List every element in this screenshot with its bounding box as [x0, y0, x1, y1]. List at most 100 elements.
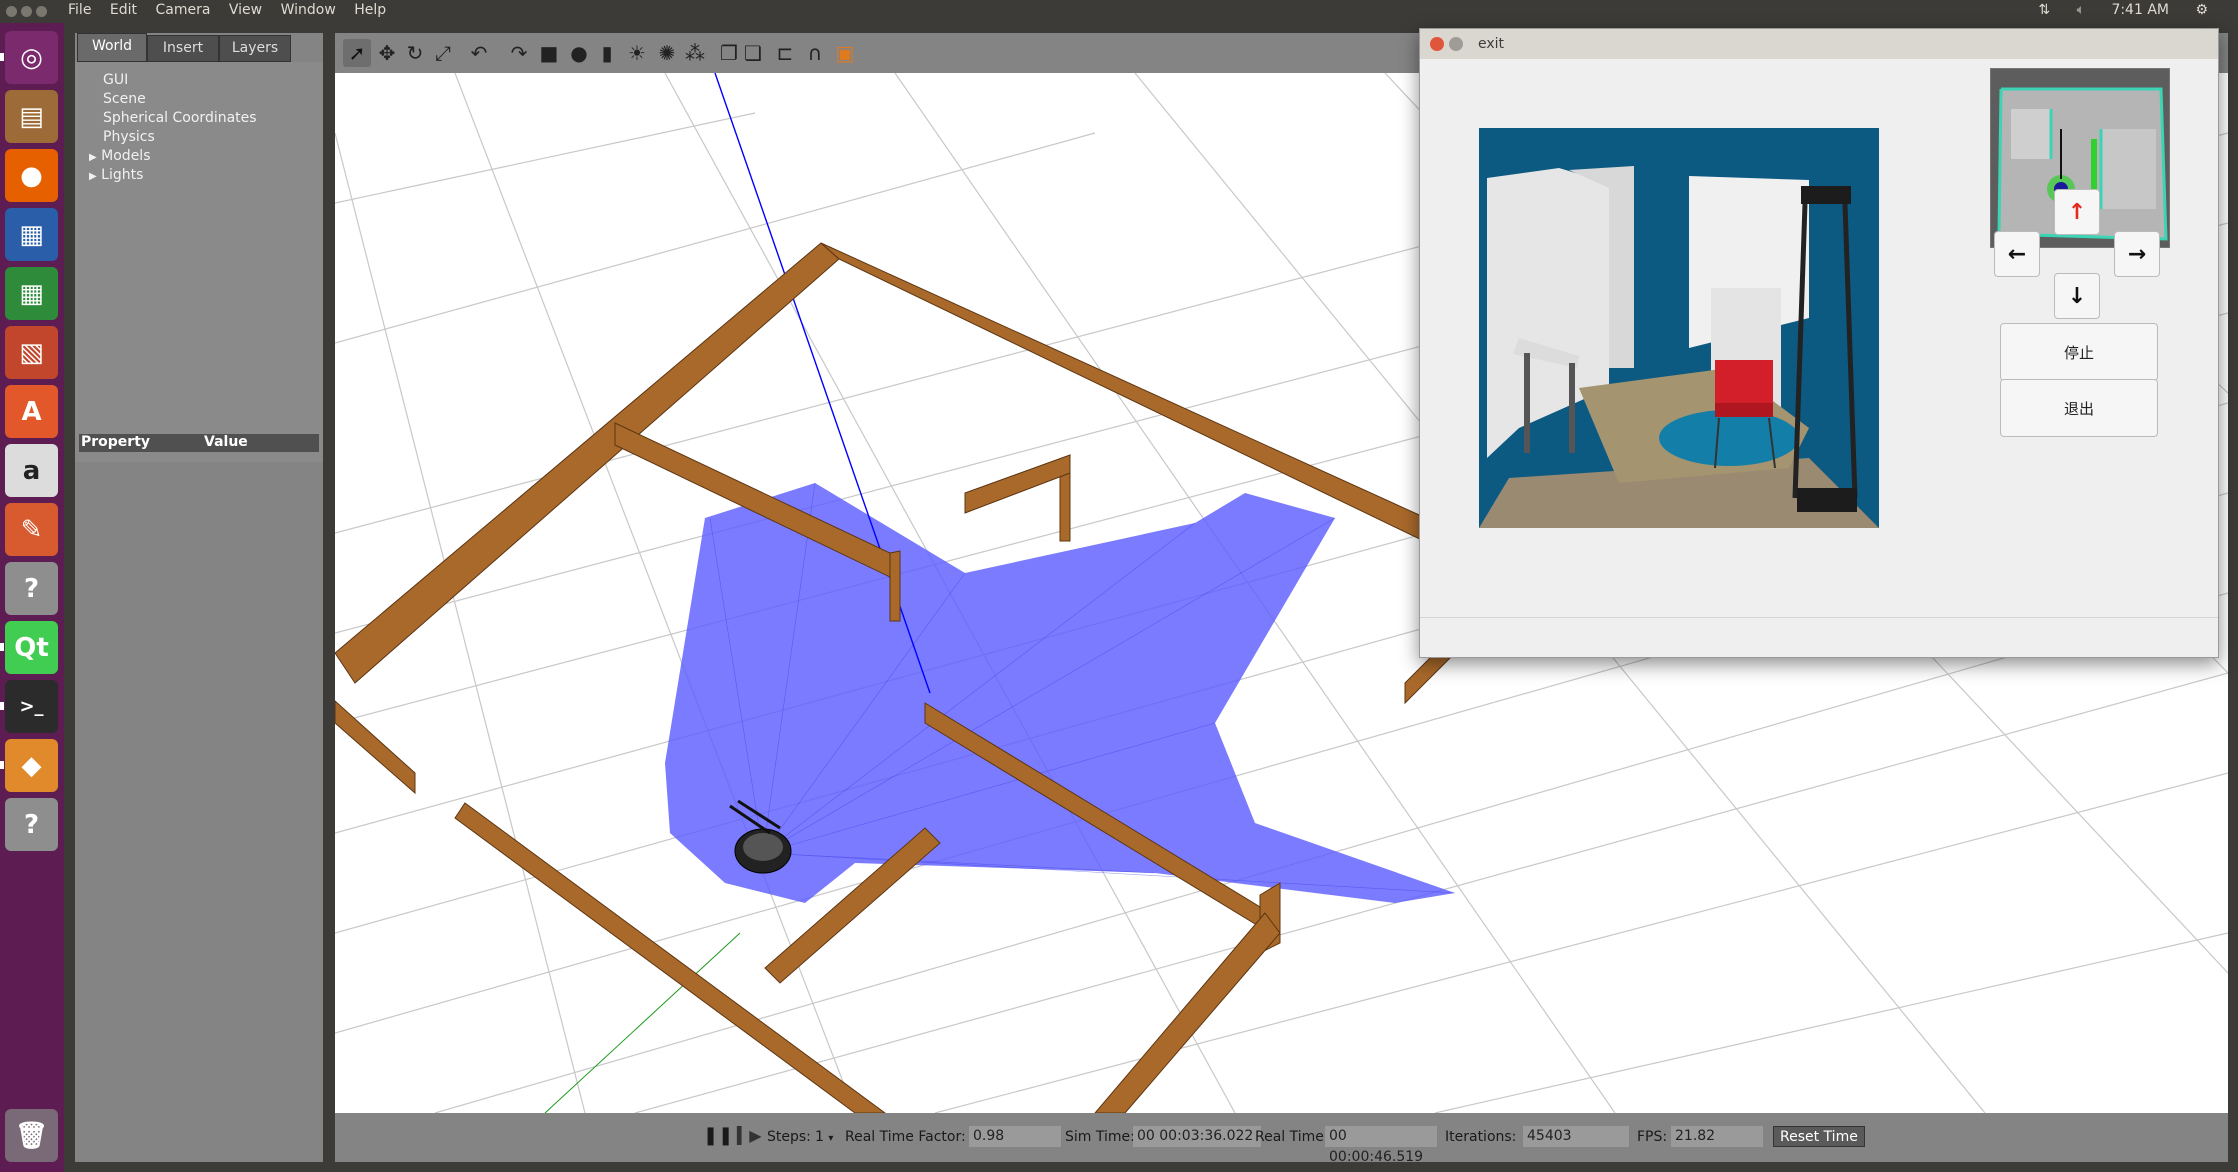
terminal-icon[interactable]: >_: [5, 680, 58, 733]
ubuntu-logo-icon[interactable]: ◎: [5, 31, 58, 84]
system-tray: ⇅ 🔈︎ 7:41 AM ⚙: [2016, 2, 2208, 18]
close-window-button[interactable]: [6, 6, 17, 17]
software-center-icon[interactable]: A: [5, 385, 58, 438]
sun-icon[interactable]: ☀: [623, 39, 651, 67]
qt-creator-icon[interactable]: Qt: [5, 621, 58, 674]
volume-icon[interactable]: 🔈︎: [2077, 2, 2085, 18]
tree-item-physics[interactable]: Physics: [103, 129, 155, 145]
box-icon[interactable]: ■: [535, 39, 563, 67]
dialog-divider: [1420, 617, 2218, 618]
iterations-label: Iterations:: [1445, 1129, 1517, 1145]
menu-file[interactable]: File: [68, 2, 91, 18]
unknown-app-icon[interactable]: ?: [5, 562, 58, 615]
align-icon[interactable]: ⊏: [771, 39, 799, 67]
view-angle-icon[interactable]: ▣: [831, 39, 859, 67]
menu-view[interactable]: View: [229, 2, 262, 18]
top-menu-bar: File Edit Camera View Window Help ⇅ 🔈︎ 7…: [0, 0, 2238, 23]
chevron-down-icon[interactable]: ▾: [828, 1133, 833, 1144]
menu-edit[interactable]: Edit: [110, 2, 137, 18]
amazon-icon[interactable]: a: [5, 444, 58, 497]
expand-arrow-icon[interactable]: ▶: [89, 171, 97, 182]
system-settings-icon[interactable]: ✎: [5, 503, 58, 556]
files-icon[interactable]: ▤: [5, 90, 58, 143]
scale-icon[interactable]: ⤢: [429, 39, 457, 67]
step-icon[interactable]: ▍▶: [737, 1126, 762, 1145]
dialog-title: exit: [1478, 36, 1505, 52]
menu-help[interactable]: Help: [354, 2, 386, 18]
camera-feed-render: [1479, 128, 1879, 528]
steps-label: Steps:: [767, 1129, 811, 1145]
y-axis-line: [544, 932, 741, 1113]
point-light-icon[interactable]: ✺: [653, 39, 681, 67]
tree-item-spherical-coordinates[interactable]: Spherical Coordinates: [103, 110, 257, 126]
rotate-icon[interactable]: ↻: [401, 39, 429, 67]
pause-icon[interactable]: ❚❚: [703, 1125, 733, 1146]
running-indicator: [0, 643, 4, 651]
gazebo-icon[interactable]: ◆: [5, 739, 58, 792]
teleop-dialog: exit ↑ ← → ↓ 停止 退出: [1419, 28, 2219, 658]
real-time-factor-value: 0.98: [969, 1126, 1061, 1147]
unknown-app-icon-2[interactable]: ?: [5, 798, 58, 851]
gear-icon[interactable]: ⚙: [2195, 2, 2208, 18]
app-menu: File Edit Camera View Window Help: [68, 2, 400, 18]
property-column-header: Property: [81, 434, 151, 450]
minimize-icon[interactable]: [1449, 37, 1463, 51]
minimize-window-button[interactable]: [21, 6, 32, 17]
right-splitter[interactable]: [2228, 33, 2234, 1162]
trash-icon[interactable]: 🗑︎: [5, 1109, 58, 1162]
world-tree: GUI Scene Spherical Coordinates Physics …: [75, 62, 323, 462]
menu-camera[interactable]: Camera: [155, 2, 210, 18]
translate-icon[interactable]: ✥: [373, 39, 401, 67]
clock[interactable]: 7:41 AM: [2111, 2, 2169, 18]
fps-value: 21.82: [1671, 1126, 1763, 1147]
writer-icon[interactable]: ▦: [5, 208, 58, 261]
iterations-value: 45403: [1523, 1126, 1629, 1147]
undo-icon[interactable]: ↶: [465, 39, 493, 67]
expand-arrow-icon[interactable]: ▶: [89, 152, 97, 163]
redo-icon[interactable]: ↷: [505, 39, 533, 67]
sim-time-label: Sim Time:: [1065, 1129, 1135, 1145]
launcher: ◎ ▤ ● ▦ ▦ ▧ Aa ✎? Qt >_ ◆? 🗑︎: [0, 23, 64, 1172]
running-indicator: [0, 761, 4, 769]
backward-button[interactable]: ↓: [2054, 273, 2100, 319]
tree-item-lights[interactable]: ▶ Lights: [89, 167, 143, 183]
stop-button[interactable]: 停止: [2000, 323, 2158, 381]
reset-time-button[interactable]: Reset Time: [1773, 1126, 1865, 1147]
quit-button[interactable]: 退出: [2000, 379, 2158, 437]
impress-icon[interactable]: ▧: [5, 326, 58, 379]
dialog-titlebar[interactable]: exit: [1420, 29, 2218, 59]
snap-icon[interactable]: ∩: [801, 39, 829, 67]
sim-time-value: 00 00:03:36.022: [1133, 1126, 1261, 1147]
running-indicator: [0, 702, 4, 710]
panel-splitter[interactable]: [326, 33, 332, 1162]
network-icon[interactable]: ⇅: [2038, 2, 2050, 18]
turn-left-button[interactable]: ←: [1994, 231, 2040, 277]
tab-layers[interactable]: Layers: [219, 35, 291, 62]
running-indicator: [0, 53, 4, 61]
calc-icon[interactable]: ▦: [5, 267, 58, 320]
maximize-window-button[interactable]: [36, 6, 47, 17]
world-panel: World Insert Layers GUI Scene Spherical …: [75, 33, 323, 1162]
steps-spinbox[interactable]: 1 ▾: [815, 1129, 833, 1145]
menu-window[interactable]: Window: [281, 2, 336, 18]
select-icon[interactable]: ➚: [343, 39, 371, 67]
close-icon[interactable]: [1430, 37, 1444, 51]
real-time-label: Real Time:: [1255, 1129, 1329, 1145]
paste-icon[interactable]: ❏: [739, 39, 767, 67]
real-time-factor-label: Real Time Factor:: [845, 1129, 966, 1145]
tree-item-scene[interactable]: Scene: [103, 91, 146, 107]
tree-item-gui[interactable]: GUI: [103, 72, 128, 88]
simulation-status-bar: ❚❚ ▍▶ Steps: 1 ▾ Real Time Factor: 0.98 …: [335, 1113, 2228, 1165]
sphere-icon[interactable]: ●: [565, 39, 593, 67]
cylinder-icon[interactable]: ▮: [593, 39, 621, 67]
tab-world[interactable]: World: [77, 33, 147, 62]
window-controls: [6, 5, 51, 21]
tab-insert[interactable]: Insert: [147, 35, 219, 62]
tree-item-models[interactable]: ▶ Models: [89, 148, 150, 164]
value-column-header: Value: [204, 434, 248, 450]
spot-light-icon[interactable]: ⁂: [681, 39, 709, 67]
turn-right-button[interactable]: →: [2114, 231, 2160, 277]
fps-label: FPS:: [1637, 1129, 1668, 1145]
firefox-icon[interactable]: ●: [5, 149, 58, 202]
forward-button[interactable]: ↑: [2054, 189, 2100, 235]
